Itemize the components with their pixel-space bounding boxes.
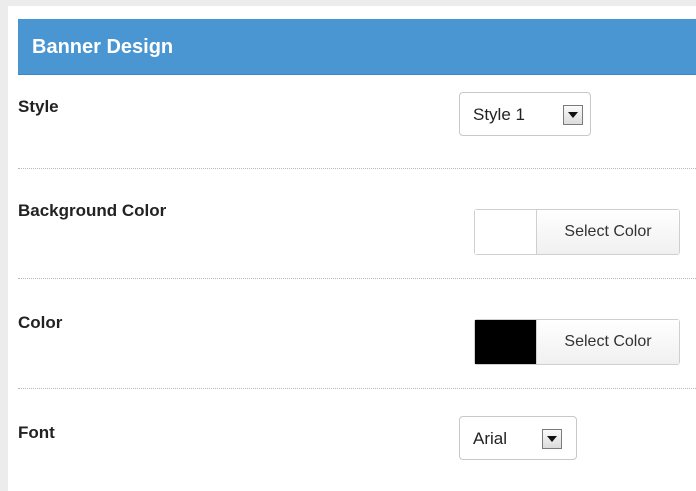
divider [18, 278, 696, 279]
style-select-value: Style 1 [473, 105, 525, 124]
font-label: Font [18, 423, 55, 442]
background-select-color-button[interactable]: Select Color [537, 210, 679, 254]
panel-title: Banner Design [32, 36, 174, 58]
banner-design-panel: Banner Design Style Style 1 Background C… [8, 6, 696, 491]
font-select[interactable]: Arial [459, 416, 577, 460]
divider [18, 168, 696, 169]
chevron-down-icon[interactable] [563, 105, 583, 125]
style-label: Style [18, 97, 59, 116]
color-label: Color [18, 313, 63, 332]
background-color-label: Background Color [18, 201, 167, 220]
color-picker[interactable]: Select Color [474, 319, 680, 365]
font-select-value: Arial [473, 429, 508, 448]
divider [18, 388, 696, 389]
select-color-button[interactable]: Select Color [537, 320, 679, 364]
color-swatch[interactable] [475, 320, 537, 364]
chevron-down-icon[interactable] [542, 429, 562, 449]
panel-header: Banner Design [18, 19, 696, 75]
style-select[interactable]: Style 1 [459, 92, 591, 136]
background-color-swatch[interactable] [475, 210, 537, 254]
background-color-picker[interactable]: Select Color [474, 209, 680, 255]
